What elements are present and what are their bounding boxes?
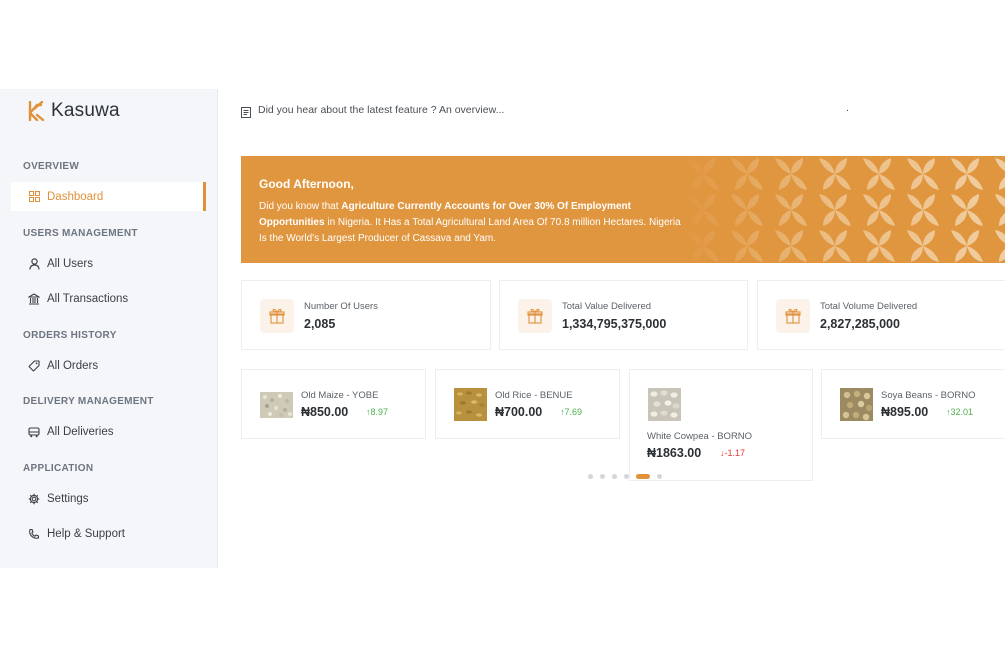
kasuwa-logo-icon [28, 101, 45, 121]
phone-icon [28, 528, 40, 540]
product-change-up: ↑32.01 [946, 407, 973, 417]
main-content: Good Afternoon, Did you know that Agricu… [218, 133, 1005, 568]
carousel-dot[interactable] [600, 474, 605, 479]
sidebar-item-label: All Orders [47, 359, 99, 372]
carousel-dot-active[interactable] [636, 474, 650, 479]
carousel-dot[interactable] [657, 474, 662, 479]
product-name: Old Rice - BENUE [495, 390, 573, 401]
leaf-pattern-icon [681, 156, 1005, 263]
carousel-dot[interactable] [624, 474, 629, 479]
change-value: -1.17 [724, 448, 746, 458]
gift-box-icon [518, 299, 552, 333]
section-delivery-management: DELIVERY MANAGEMENT [23, 396, 154, 407]
greeting-text: Good Afternoon, [259, 177, 354, 191]
product-price: ₦895.00 [881, 405, 929, 419]
top-bar: Did you hear about the latest feature ? … [218, 89, 1005, 134]
product-change-down: ↓-1.17 [720, 448, 745, 458]
tag-icon [28, 359, 40, 372]
topbar-dot: . [846, 103, 849, 114]
sidebar-item-label: Dashboard [47, 190, 104, 203]
stat-label: Number Of Users [304, 301, 378, 312]
stat-card-value: Total Value Delivered 1,334,795,375,000 [499, 280, 748, 350]
stat-value: 1,334,795,375,000 [562, 317, 667, 331]
gear-icon [28, 493, 40, 505]
product-change-up: ↑8.97 [366, 407, 388, 417]
gift-box-icon [776, 299, 810, 333]
news-ticker[interactable]: Did you hear about the latest feature ? … [258, 104, 504, 116]
product-price: ₦700.00 [495, 405, 543, 419]
change-value: 32.01 [950, 407, 974, 417]
sidebar-item-settings[interactable]: Settings [11, 484, 206, 513]
sidebar-item-all-deliveries[interactable]: All Deliveries [11, 417, 206, 446]
rice-thumbnail [454, 388, 487, 421]
soya-thumbnail [840, 388, 873, 421]
sidebar-item-all-users[interactable]: All Users [11, 249, 206, 278]
change-value: 7.69 [564, 407, 583, 417]
section-overview: OVERVIEW [23, 161, 80, 172]
product-name: White Cowpea - BORNO [647, 431, 753, 442]
stat-value: 2,827,285,000 [820, 317, 900, 331]
sidebar-item-label: Settings [47, 492, 89, 505]
product-card-cowpea[interactable]: White Cowpea - BORNO ₦1863.00 ↓-1.17 [629, 369, 813, 481]
brand-name: Kasuwa [51, 100, 120, 121]
maize-thumbnail [260, 392, 293, 418]
carousel-pagination [588, 474, 669, 479]
sidebar-item-label: All Deliveries [47, 425, 114, 438]
sidebar-item-label: All Users [47, 257, 94, 270]
agriculture-fact: Did you know that Agriculture Currently … [259, 199, 689, 247]
stat-card-users: Number Of Users 2,085 [241, 280, 491, 350]
stat-value: 2,085 [304, 317, 336, 331]
product-price: ₦1863.00 [647, 446, 702, 460]
brand-logo[interactable]: Kasuwa [28, 100, 120, 122]
carousel-dot[interactable] [588, 474, 593, 479]
product-card-soya[interactable]: Soya Beans - BORNO ₦895.00 ↑32.01 [821, 369, 1005, 439]
document-icon [241, 105, 251, 123]
fact-prefix: Did you know that [259, 201, 342, 212]
product-name: Soya Beans - BORNO [881, 390, 976, 401]
greeting-banner: Good Afternoon, Did you know that Agricu… [241, 156, 1005, 263]
product-price: ₦850.00 [301, 405, 349, 419]
product-name: Old Maize - YOBE [301, 390, 379, 401]
change-value: 8.97 [370, 407, 389, 417]
stat-label: Total Value Delivered [562, 301, 652, 312]
section-application: APPLICATION [23, 463, 94, 474]
app-shell: Kasuwa OVERVIEW Dashboard USERS MANAGEME… [0, 89, 1005, 568]
stat-card-volume: Total Volume Delivered 2,827,285,000 [757, 280, 1005, 350]
sidebar-item-label: All Transactions [47, 292, 129, 305]
sidebar-item-help-support[interactable]: Help & Support [11, 519, 206, 548]
section-orders-history: ORDERS HISTORY [23, 330, 117, 341]
product-change-up: ↑7.69 [560, 407, 582, 417]
sidebar: Kasuwa OVERVIEW Dashboard USERS MANAGEME… [0, 89, 218, 568]
vehicle-icon [28, 426, 40, 438]
user-icon [28, 257, 40, 270]
grid-icon [28, 191, 40, 203]
sidebar-item-label: Help & Support [47, 527, 125, 540]
product-card-rice[interactable]: Old Rice - BENUE ₦700.00 ↑7.69 [435, 369, 620, 439]
cowpea-thumbnail [648, 388, 681, 421]
sidebar-item-all-orders[interactable]: All Orders [11, 351, 206, 380]
product-card-maize[interactable]: Old Maize - YOBE ₦850.00 ↑8.97 [241, 369, 426, 439]
sidebar-item-dashboard[interactable]: Dashboard [11, 182, 206, 211]
section-users-management: USERS MANAGEMENT [23, 228, 138, 239]
sidebar-item-all-transactions[interactable]: All Transactions [11, 284, 206, 313]
carousel-dot[interactable] [612, 474, 617, 479]
bank-icon [28, 292, 40, 305]
gift-box-icon [260, 299, 294, 333]
stat-label: Total Volume Delivered [820, 301, 918, 312]
